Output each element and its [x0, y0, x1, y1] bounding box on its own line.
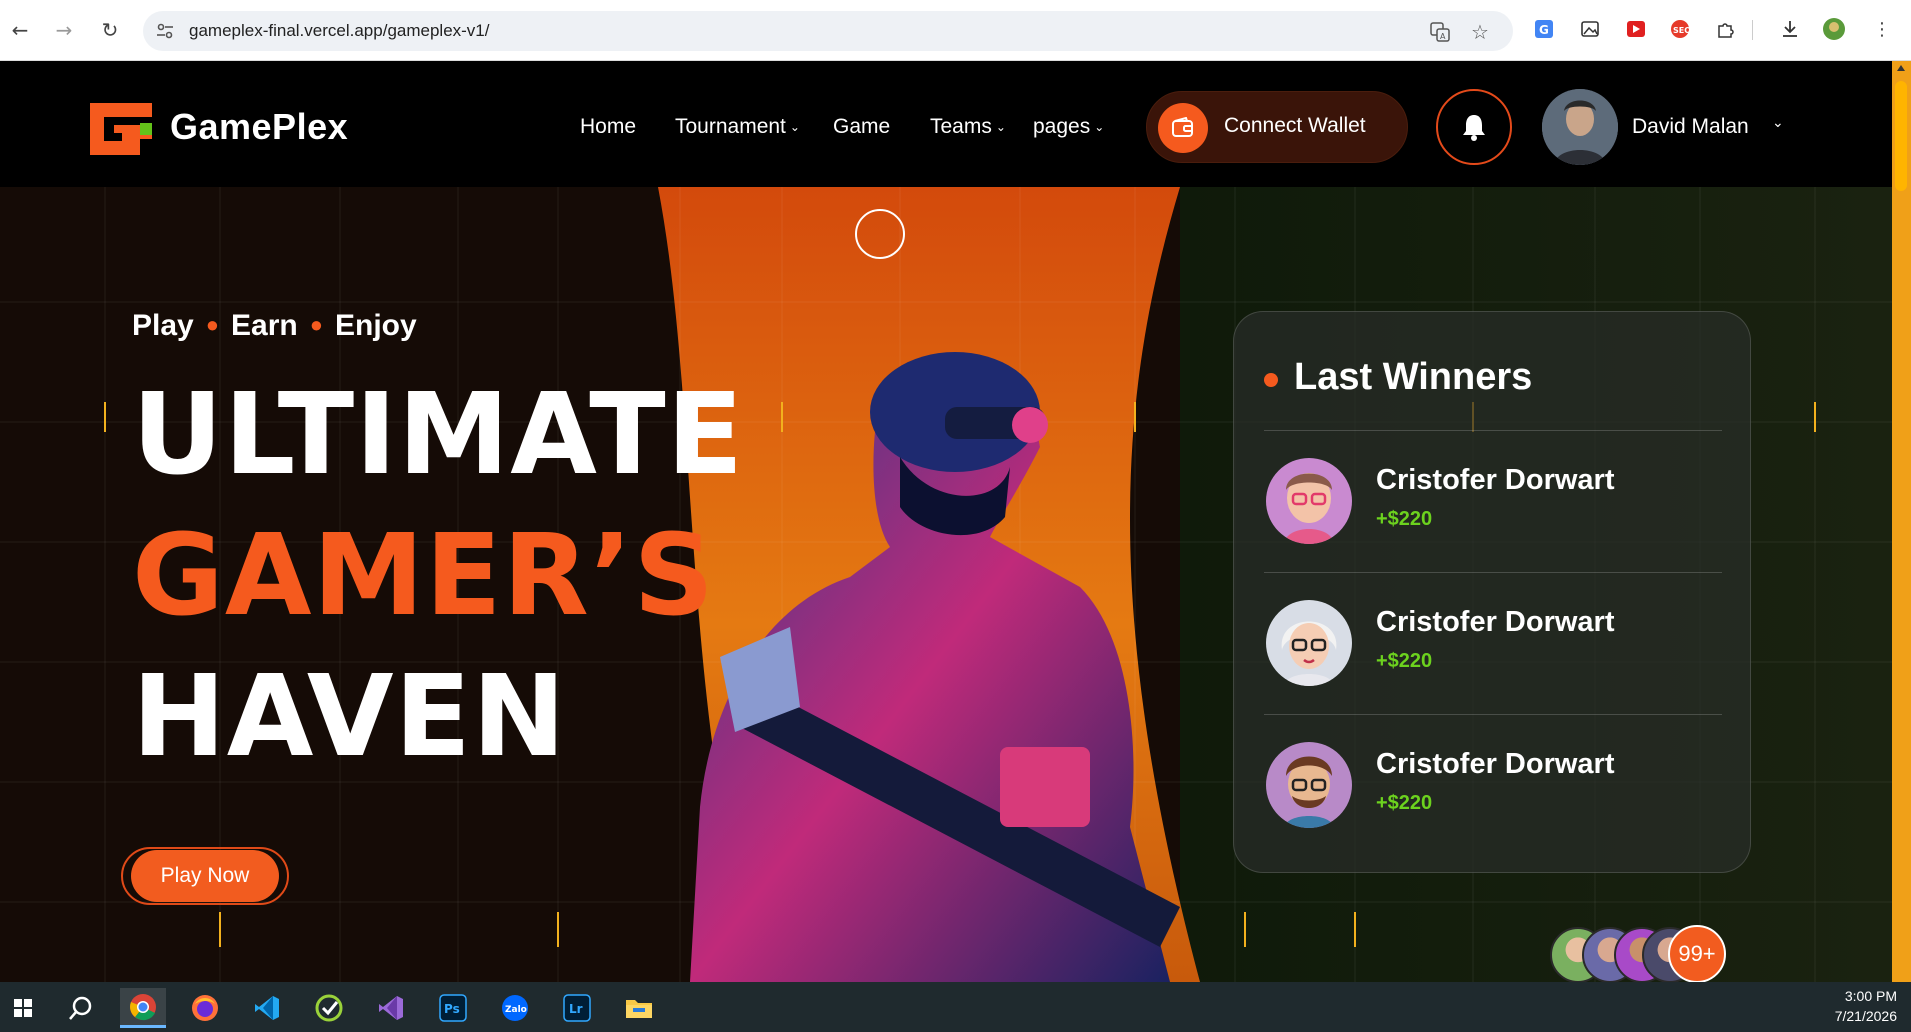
nav-teams-label: Teams — [930, 115, 992, 138]
winner-name: Cristofer Dorwart — [1376, 464, 1615, 496]
browser-toolbar: ← → ↻ gameplex-final.vercel.app/gameplex… — [0, 0, 1911, 61]
divider — [1264, 430, 1722, 431]
page-scrollbar[interactable] — [1892, 61, 1911, 982]
hero-tagline: Play ● Earn ● Enjoy — [132, 309, 417, 343]
seo-ext-icon[interactable]: SEO — [1668, 17, 1692, 41]
winner-name: Cristofer Dorwart — [1376, 748, 1615, 780]
chevron-down-icon: ⌄ — [1094, 120, 1105, 134]
photoshop-icon[interactable]: Ps — [430, 988, 476, 1028]
connect-wallet-label: Connect Wallet — [1224, 114, 1366, 137]
tagline-earn: Earn — [231, 309, 298, 342]
wallet-icon — [1158, 103, 1208, 153]
nav-pages[interactable]: pages ⌄ — [1033, 115, 1104, 139]
windows-start-icon[interactable] — [0, 988, 46, 1028]
nav-home[interactable]: Home — [580, 115, 636, 139]
svg-text:Zalo: Zalo — [505, 1005, 527, 1015]
nav-game-label: Game — [833, 115, 891, 138]
system-clock[interactable]: 3:00 PM 7/21/2026 — [1835, 986, 1897, 1026]
svg-text:Ps: Ps — [444, 1002, 460, 1016]
chevron-down-icon: ⌄ — [789, 120, 800, 134]
firefox-icon[interactable] — [182, 988, 228, 1028]
cursor-ring — [855, 209, 905, 259]
nav-teams[interactable]: Teams ⌄ — [930, 115, 1006, 139]
hero-title-line-1: ULTIMATE — [132, 370, 745, 500]
address-bar[interactable]: gameplex-final.vercel.app/gameplex-v1/ A… — [143, 11, 1513, 51]
winner-row[interactable]: Cristofer Dorwart +$220 — [1264, 594, 1722, 694]
divider — [1264, 572, 1722, 573]
tagline-enjoy: Enjoy — [335, 309, 417, 342]
chevron-down-icon: ⌄ — [995, 120, 1006, 134]
brand-name[interactable]: GamePlex — [170, 106, 348, 148]
title-dot — [1264, 373, 1278, 387]
chrome-icon[interactable] — [120, 988, 166, 1028]
reload-icon[interactable]: ↻ — [94, 14, 126, 46]
scroll-up-icon[interactable] — [1897, 65, 1905, 71]
avatar — [1266, 600, 1352, 686]
dot-separator: ● — [205, 312, 220, 337]
back-icon[interactable]: ← — [4, 14, 36, 46]
gameplex-logo-icon[interactable] — [90, 103, 152, 155]
winner-name: Cristofer Dorwart — [1376, 606, 1615, 638]
forward-icon[interactable]: → — [48, 14, 80, 46]
avatar — [1266, 458, 1352, 544]
web-page: GamePlex Home Tournament ⌄ Game Teams ⌄ pa… — [0, 61, 1892, 982]
site-header: GamePlex Home Tournament ⌄ Game Teams ⌄ pa… — [0, 61, 1892, 187]
notification-button[interactable] — [1436, 89, 1512, 165]
svg-text:G: G — [1539, 23, 1549, 37]
clock-date: 7/21/2026 — [1834, 1008, 1897, 1024]
vscode-icon[interactable] — [244, 988, 290, 1028]
file-explorer-icon[interactable] — [616, 988, 662, 1028]
tagline-play: Play — [132, 309, 194, 342]
extensions-puzzle-icon[interactable] — [1714, 17, 1738, 41]
divider — [1264, 714, 1722, 715]
url-text[interactable]: gameplex-final.vercel.app/gameplex-v1/ — [189, 21, 490, 41]
google-translate-ext-icon[interactable]: G — [1532, 17, 1556, 41]
nav-tournament[interactable]: Tournament ⌄ — [675, 115, 800, 139]
avatar[interactable] — [1542, 89, 1618, 165]
translate-icon[interactable]: A — [1429, 21, 1451, 43]
winners-title: Last Winners — [1294, 356, 1533, 398]
site-info-icon[interactable] — [155, 21, 175, 41]
last-winners-card: Last Winners Cristofer Dorwart +$220 Cri… — [1233, 311, 1751, 873]
hero-section: Play ● Earn ● Enjoy ULTIMATE GAMER’S HAVEN P… — [0, 187, 1892, 982]
user-name[interactable]: David Malan — [1632, 115, 1749, 139]
winner-row[interactable]: Cristofer Dorwart +$220 — [1264, 452, 1722, 552]
connect-wallet-button[interactable]: Connect Wallet — [1146, 91, 1408, 163]
chevron-down-icon[interactable]: ⌄ — [1772, 115, 1784, 131]
svg-text:A: A — [1440, 32, 1446, 41]
toolbar-divider — [1752, 20, 1753, 40]
winner-amount: +$220 — [1376, 650, 1433, 672]
nav-tournament-label: Tournament — [675, 115, 786, 138]
profile-avatar-icon[interactable] — [1822, 17, 1846, 41]
video-ext-icon[interactable] — [1624, 17, 1648, 41]
visual-studio-icon[interactable] — [368, 988, 414, 1028]
winner-amount: +$220 — [1376, 792, 1433, 814]
winner-row[interactable]: Cristofer Dorwart +$220 — [1264, 736, 1722, 836]
scroll-thumb[interactable] — [1895, 81, 1907, 191]
zalo-icon[interactable]: Zalo — [492, 988, 538, 1028]
avatar — [1266, 742, 1352, 828]
hero-title-line-2: GAMER’S — [132, 511, 716, 641]
nav-pages-label: pages — [1033, 115, 1091, 138]
image-ext-icon[interactable] — [1578, 17, 1602, 41]
lightroom-icon[interactable]: Lr — [554, 988, 600, 1028]
clock-time: 3:00 PM — [1844, 988, 1897, 1004]
menu-kebab-icon[interactable]: ⋮ — [1870, 17, 1894, 41]
more-players-badge[interactable]: 99+ — [1668, 925, 1726, 982]
bell-icon — [1463, 115, 1485, 141]
hero-title-line-3: HAVEN — [132, 652, 567, 782]
windows-taskbar: Ps Zalo Lr 3:00 PM 7/21/2026 — [0, 982, 1911, 1032]
bookmark-star-icon[interactable]: ☆ — [1469, 20, 1491, 44]
svg-text:SEO: SEO — [1673, 26, 1690, 35]
winner-amount: +$220 — [1376, 508, 1433, 530]
nav-home-label: Home — [580, 115, 637, 138]
search-icon[interactable] — [58, 988, 104, 1028]
download-icon[interactable] — [1778, 17, 1802, 41]
dot-separator: ● — [309, 312, 324, 337]
svg-text:Lr: Lr — [569, 1002, 583, 1016]
nav-game[interactable]: Game — [833, 115, 890, 139]
play-now-button[interactable]: Play Now — [131, 850, 279, 902]
app-green-icon[interactable] — [306, 988, 352, 1028]
